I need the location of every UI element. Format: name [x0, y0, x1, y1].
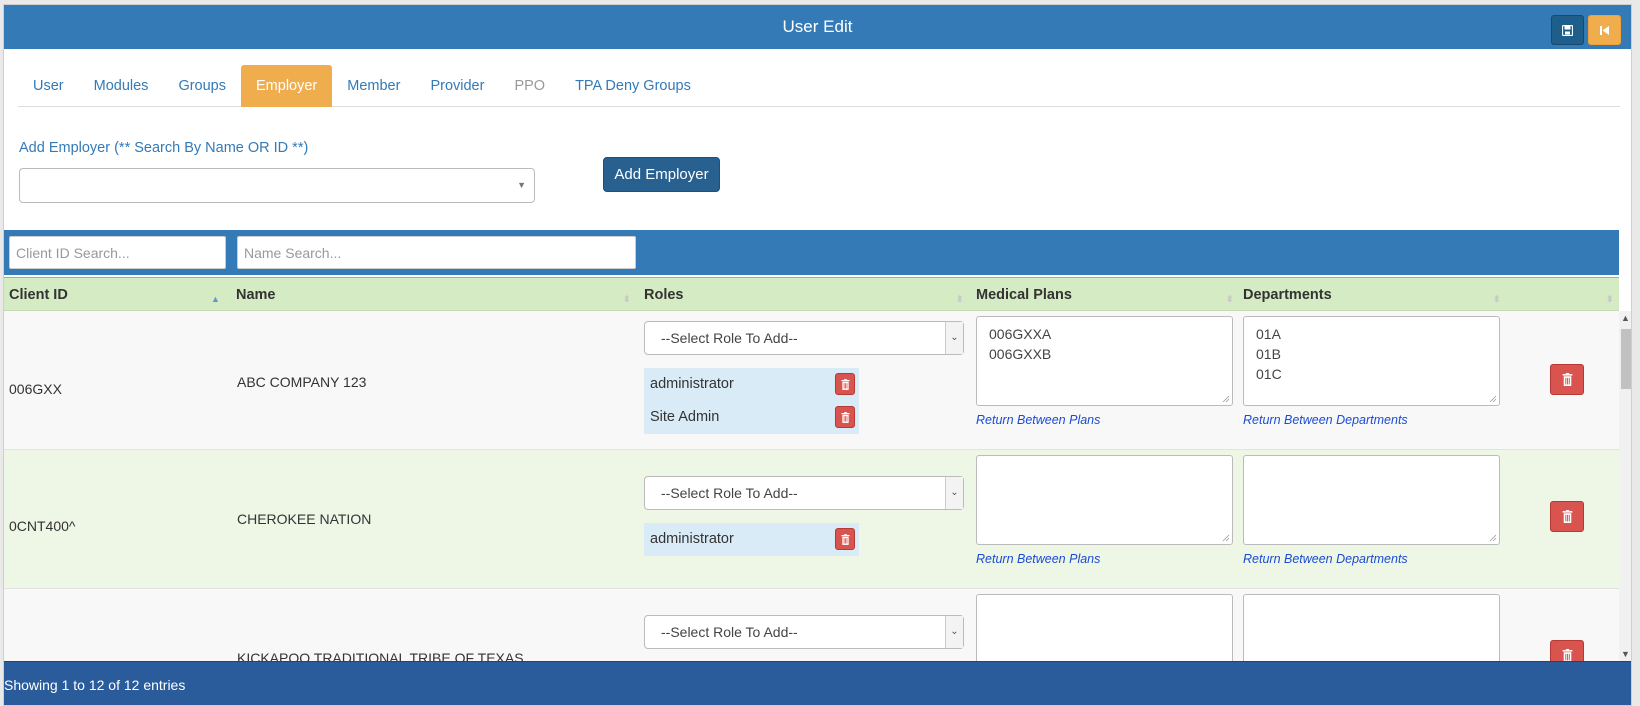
resize-grip-icon[interactable] — [1489, 534, 1497, 542]
column-header-client-id[interactable]: Client ID ▲ — [9, 278, 224, 312]
resize-grip-icon[interactable] — [1489, 395, 1497, 403]
trash-icon — [840, 533, 850, 545]
delete-employer-button[interactable] — [1550, 640, 1584, 661]
assigned-roles-list: administrator Site Admin — [644, 368, 859, 434]
role-select-placeholder: --Select Role To Add-- — [661, 485, 798, 501]
table-row: 006GXX ABC COMPANY 123 --Select Role To Ad… — [4, 311, 1619, 450]
chevron-down-icon: ▼ — [517, 180, 526, 190]
table-header: Client ID ▲ Name ⬍ Roles ⬍ Medical Plans… — [4, 277, 1619, 311]
add-employer-label: Add Employer (** Search By Name OR ID **… — [19, 140, 309, 156]
tab-member[interactable]: Member — [332, 65, 415, 107]
tab-modules[interactable]: Modules — [79, 65, 164, 107]
trash-icon — [1562, 649, 1573, 661]
departments-textarea[interactable] — [1243, 455, 1500, 545]
role-item: administrator — [644, 523, 859, 556]
table-info: Showing 1 to 12 of 12 entries — [4, 677, 186, 693]
name-cell: ABC COMPANY 123 — [237, 374, 367, 390]
scroll-down-icon[interactable]: ▼ — [1621, 649, 1630, 659]
departments-textarea[interactable] — [1243, 594, 1500, 661]
trash-icon — [840, 378, 850, 390]
employer-search-select[interactable]: ▼ — [19, 168, 535, 203]
trash-icon — [840, 411, 850, 423]
client-id-cell: 006GXX — [9, 381, 62, 397]
tab-provider[interactable]: Provider — [415, 65, 499, 107]
delete-employer-button[interactable] — [1550, 364, 1584, 395]
remove-role-button[interactable] — [835, 373, 855, 395]
role-label: administrator — [650, 376, 734, 392]
role-item: administrator — [644, 368, 859, 401]
back-button[interactable] — [1588, 15, 1621, 45]
column-header-roles[interactable]: Roles ⬍ — [644, 278, 964, 312]
assigned-roles-list: administrator — [644, 523, 859, 556]
tab-tpa-deny-groups[interactable]: TPA Deny Groups — [560, 65, 706, 107]
scrollbar-thumb[interactable] — [1621, 329, 1631, 389]
client-id-cell: 0CNT400^ — [9, 518, 76, 534]
role-select[interactable]: --Select Role To Add-- ⌄ — [644, 321, 964, 355]
employer-table-body: 006GXX ABC COMPANY 123 --Select Role To Ad… — [4, 311, 1619, 661]
role-select[interactable]: --Select Role To Add-- ⌄ — [644, 615, 964, 649]
delete-employer-button[interactable] — [1550, 501, 1584, 532]
tab-ppo: PPO — [514, 78, 546, 94]
medical-plans-textarea[interactable] — [976, 455, 1233, 545]
chevron-down-icon: ⌄ — [945, 616, 963, 648]
role-select-placeholder: --Select Role To Add-- — [661, 624, 798, 640]
column-label: Departments — [1243, 287, 1332, 303]
search-bar — [4, 230, 1619, 275]
remove-role-button[interactable] — [835, 406, 855, 428]
medical-plan-line: 006GXXA — [989, 326, 1052, 342]
add-employer-button[interactable]: Add Employer — [603, 157, 720, 192]
medical-plan-line: 006GXXB — [989, 346, 1052, 362]
tab-user[interactable]: User — [18, 65, 79, 107]
client-id-search-input[interactable] — [9, 236, 226, 269]
name-cell: CHEROKEE NATION — [237, 511, 372, 527]
department-line: 01C — [1256, 366, 1282, 382]
department-line: 01B — [1256, 346, 1281, 362]
resize-grip-icon[interactable] — [1222, 395, 1230, 403]
column-label: Name — [236, 287, 276, 303]
medical-plans-textarea[interactable]: 006GXXA 006GXXB — [976, 316, 1233, 406]
name-search-input[interactable] — [237, 236, 636, 269]
remove-role-button[interactable] — [835, 528, 855, 550]
column-header-actions: ⬍ — [1509, 278, 1614, 312]
column-header-departments[interactable]: Departments ⬍ — [1243, 278, 1501, 312]
save-button[interactable] — [1551, 15, 1584, 45]
table-row: 0CNT400^ CHEROKEE NATION --Select Role To … — [4, 450, 1619, 589]
trash-icon — [1562, 510, 1573, 523]
department-line: 01A — [1256, 326, 1281, 342]
column-header-name[interactable]: Name ⬍ — [236, 278, 631, 312]
medical-plans-textarea[interactable] — [976, 594, 1233, 661]
role-item: Site Admin — [644, 401, 859, 434]
return-between-departments-hint[interactable]: Return Between Departments — [1243, 413, 1408, 427]
role-label: Site Admin — [650, 409, 720, 425]
role-select[interactable]: --Select Role To Add-- ⌄ — [644, 476, 964, 510]
name-cell: KICKAPOO TRADITIONAL TRIBE OF TEXAS — [237, 650, 524, 661]
table-footer: Showing 1 to 12 of 12 entries — [4, 661, 1631, 705]
role-label: administrator — [650, 531, 734, 547]
return-between-departments-hint[interactable]: Return Between Departments — [1243, 552, 1408, 566]
column-label: Client ID — [9, 287, 68, 303]
return-between-plans-hint[interactable]: Return Between Plans — [976, 413, 1100, 427]
tab-bar: User Modules Groups Employer Member Provider P… — [18, 65, 1620, 107]
user-edit-panel: User Edit User Modules Groups Employer Membe… — [3, 4, 1632, 706]
page-title: User Edit — [782, 17, 853, 36]
trash-icon — [1562, 373, 1573, 386]
column-label: Roles — [644, 287, 684, 303]
tab-employer[interactable]: Employer — [241, 65, 333, 107]
resize-grip-icon[interactable] — [1222, 534, 1230, 542]
chevron-down-icon: ⌄ — [945, 322, 963, 354]
chevron-down-icon: ⌄ — [945, 477, 963, 509]
step-backward-icon — [1600, 25, 1609, 35]
return-between-plans-hint[interactable]: Return Between Plans — [976, 552, 1100, 566]
departments-textarea[interactable]: 01A 01B 01C — [1243, 316, 1500, 406]
column-label: Medical Plans — [976, 287, 1072, 303]
table-scrollbar[interactable]: ▲ ▼ — [1619, 311, 1631, 661]
title-bar: User Edit — [4, 5, 1631, 49]
table-row: KICKAPOO TRADITIONAL TRIBE OF TEXAS --Sel… — [4, 589, 1619, 661]
save-icon — [1562, 24, 1573, 36]
column-header-medical-plans[interactable]: Medical Plans ⬍ — [976, 278, 1234, 312]
role-select-placeholder: --Select Role To Add-- — [661, 330, 798, 346]
scroll-up-icon[interactable]: ▲ — [1621, 313, 1630, 323]
tab-groups[interactable]: Groups — [163, 65, 241, 107]
